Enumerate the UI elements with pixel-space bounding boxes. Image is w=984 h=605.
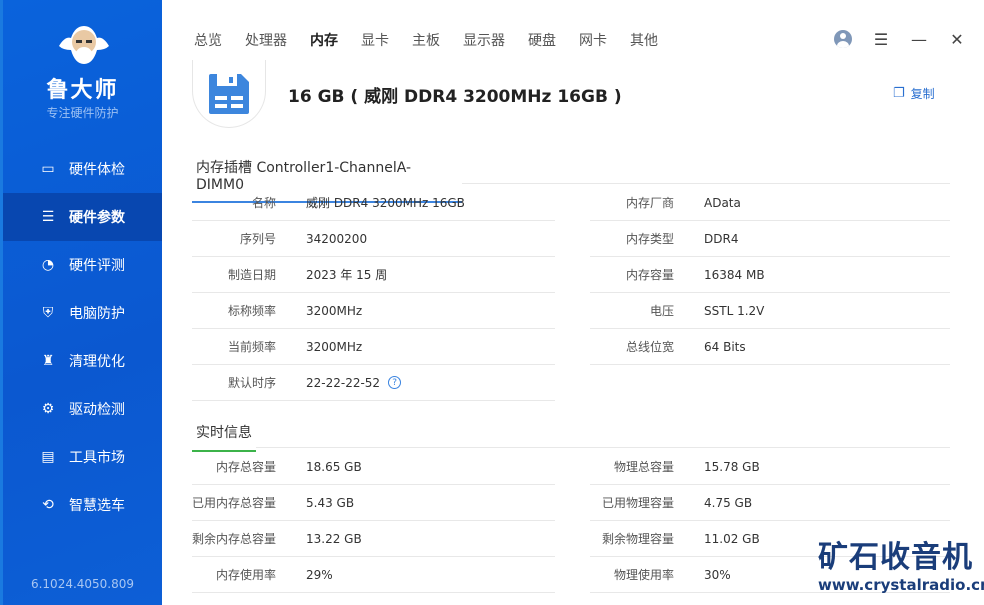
- brand-name: 鲁大师: [46, 78, 119, 103]
- info-row: 默认时序 22-22-22-52?: [192, 365, 555, 401]
- toolbox-icon: ▤: [41, 449, 55, 465]
- info-row: 制造日期 2023 年 15 周: [192, 257, 555, 293]
- broom-icon: ♜: [41, 353, 55, 369]
- user-avatar-button[interactable]: [834, 30, 852, 48]
- sidebar-item[interactable]: ▤ 工具市场: [3, 433, 162, 481]
- sidebar: 鲁大师 专注硬件防护 ▭ 硬件体检 ☰ 硬件参数 ◔ 硬件评测 ⛨ 电脑防护 ♜ 清理优化 ⚙ 驱动检…: [0, 0, 162, 605]
- info-row: 总线位宽 64 Bits: [590, 329, 950, 365]
- info-row: 当前频率 3200MHz: [192, 329, 555, 365]
- info-row: 剩余内存总容量 13.22 GB: [192, 521, 555, 557]
- tab-item[interactable]: 处理器: [245, 30, 287, 50]
- info-row: 标称频率 3200MHz: [192, 293, 555, 329]
- tab-item[interactable]: 主板: [412, 30, 440, 50]
- menu-icon[interactable]: ☰: [872, 30, 890, 49]
- shield-icon: ⛨: [42, 305, 54, 321]
- info-row: 名称 威刚 DDR4 3200MHz 16GB: [192, 185, 555, 221]
- info-row: 已用内存总容量 5.43 GB: [192, 485, 555, 521]
- gear-icon: ⚙: [41, 401, 55, 417]
- gauge-icon: ◔: [41, 257, 55, 273]
- info-row: 物理总容量 15.78 GB: [590, 449, 950, 485]
- sidebar-item[interactable]: ⛨ 电脑防护: [3, 289, 162, 337]
- sliders-icon: ☰: [41, 209, 55, 225]
- tab-item[interactable]: 网卡: [579, 30, 607, 50]
- copy-button[interactable]: ❐ 复制: [893, 85, 935, 102]
- info-row: 已用物理容量 4.75 GB: [590, 485, 950, 521]
- topbar: 总览 处理器 内存 显卡 主板 显示器 硬盘 网卡 其他 ☰ — ✕: [162, 0, 984, 70]
- sidebar-item[interactable]: ◔ 硬件评测: [3, 241, 162, 289]
- tab-item[interactable]: 内存: [310, 30, 338, 50]
- avatar-icon: [834, 30, 852, 48]
- copy-icon: ❐: [893, 86, 905, 101]
- monitor-icon: ▭: [41, 161, 55, 177]
- slogan: 专注硬件防护: [46, 106, 119, 120]
- sidebar-item[interactable]: ⟲ 智慧选车: [3, 481, 162, 529]
- floppy-icon: [209, 73, 249, 114]
- info-row: 内存厂商 AData: [590, 185, 950, 221]
- info-row: 电压 SSTL 1.2V: [590, 293, 950, 329]
- memory-title: 16 GB ( 威刚 DDR4 3200MHz 16GB ): [288, 87, 622, 107]
- logo-icon: [59, 26, 109, 64]
- tab-item[interactable]: 其他: [630, 30, 658, 50]
- info-row: 内存总容量 18.65 GB: [192, 449, 555, 485]
- minimize-icon[interactable]: —: [910, 30, 928, 49]
- tab-item[interactable]: 显卡: [361, 30, 389, 50]
- info-row: 内存类型 DDR4: [590, 221, 950, 257]
- tab-item[interactable]: 总览: [194, 30, 222, 50]
- info-row: 内存容量 16384 MB: [590, 257, 950, 293]
- help-icon[interactable]: ?: [388, 376, 402, 389]
- sidebar-item[interactable]: ♜ 清理优化: [3, 337, 162, 385]
- sidebar-item[interactable]: ▭ 硬件体检: [3, 145, 162, 193]
- info-row: 序列号 34200200: [192, 221, 555, 257]
- version: 6.1024.4050.809: [30, 577, 135, 591]
- info-row: 内存使用率 29%: [192, 557, 555, 593]
- close-icon[interactable]: ✕: [948, 30, 966, 49]
- memory-icon-circle: [192, 60, 266, 128]
- sidebar-item[interactable]: ☰ 硬件参数: [3, 193, 162, 241]
- tab-item[interactable]: 显示器: [463, 30, 505, 50]
- tab-item[interactable]: 硬盘: [528, 30, 556, 50]
- sidebar-item[interactable]: ⚙ 驱动检测: [3, 385, 162, 433]
- watermark: 矿石收音机 www.crystalradio.cn: [818, 540, 984, 594]
- tab-realtime[interactable]: 实时信息: [192, 422, 256, 452]
- car-icon: ⟲: [42, 497, 54, 513]
